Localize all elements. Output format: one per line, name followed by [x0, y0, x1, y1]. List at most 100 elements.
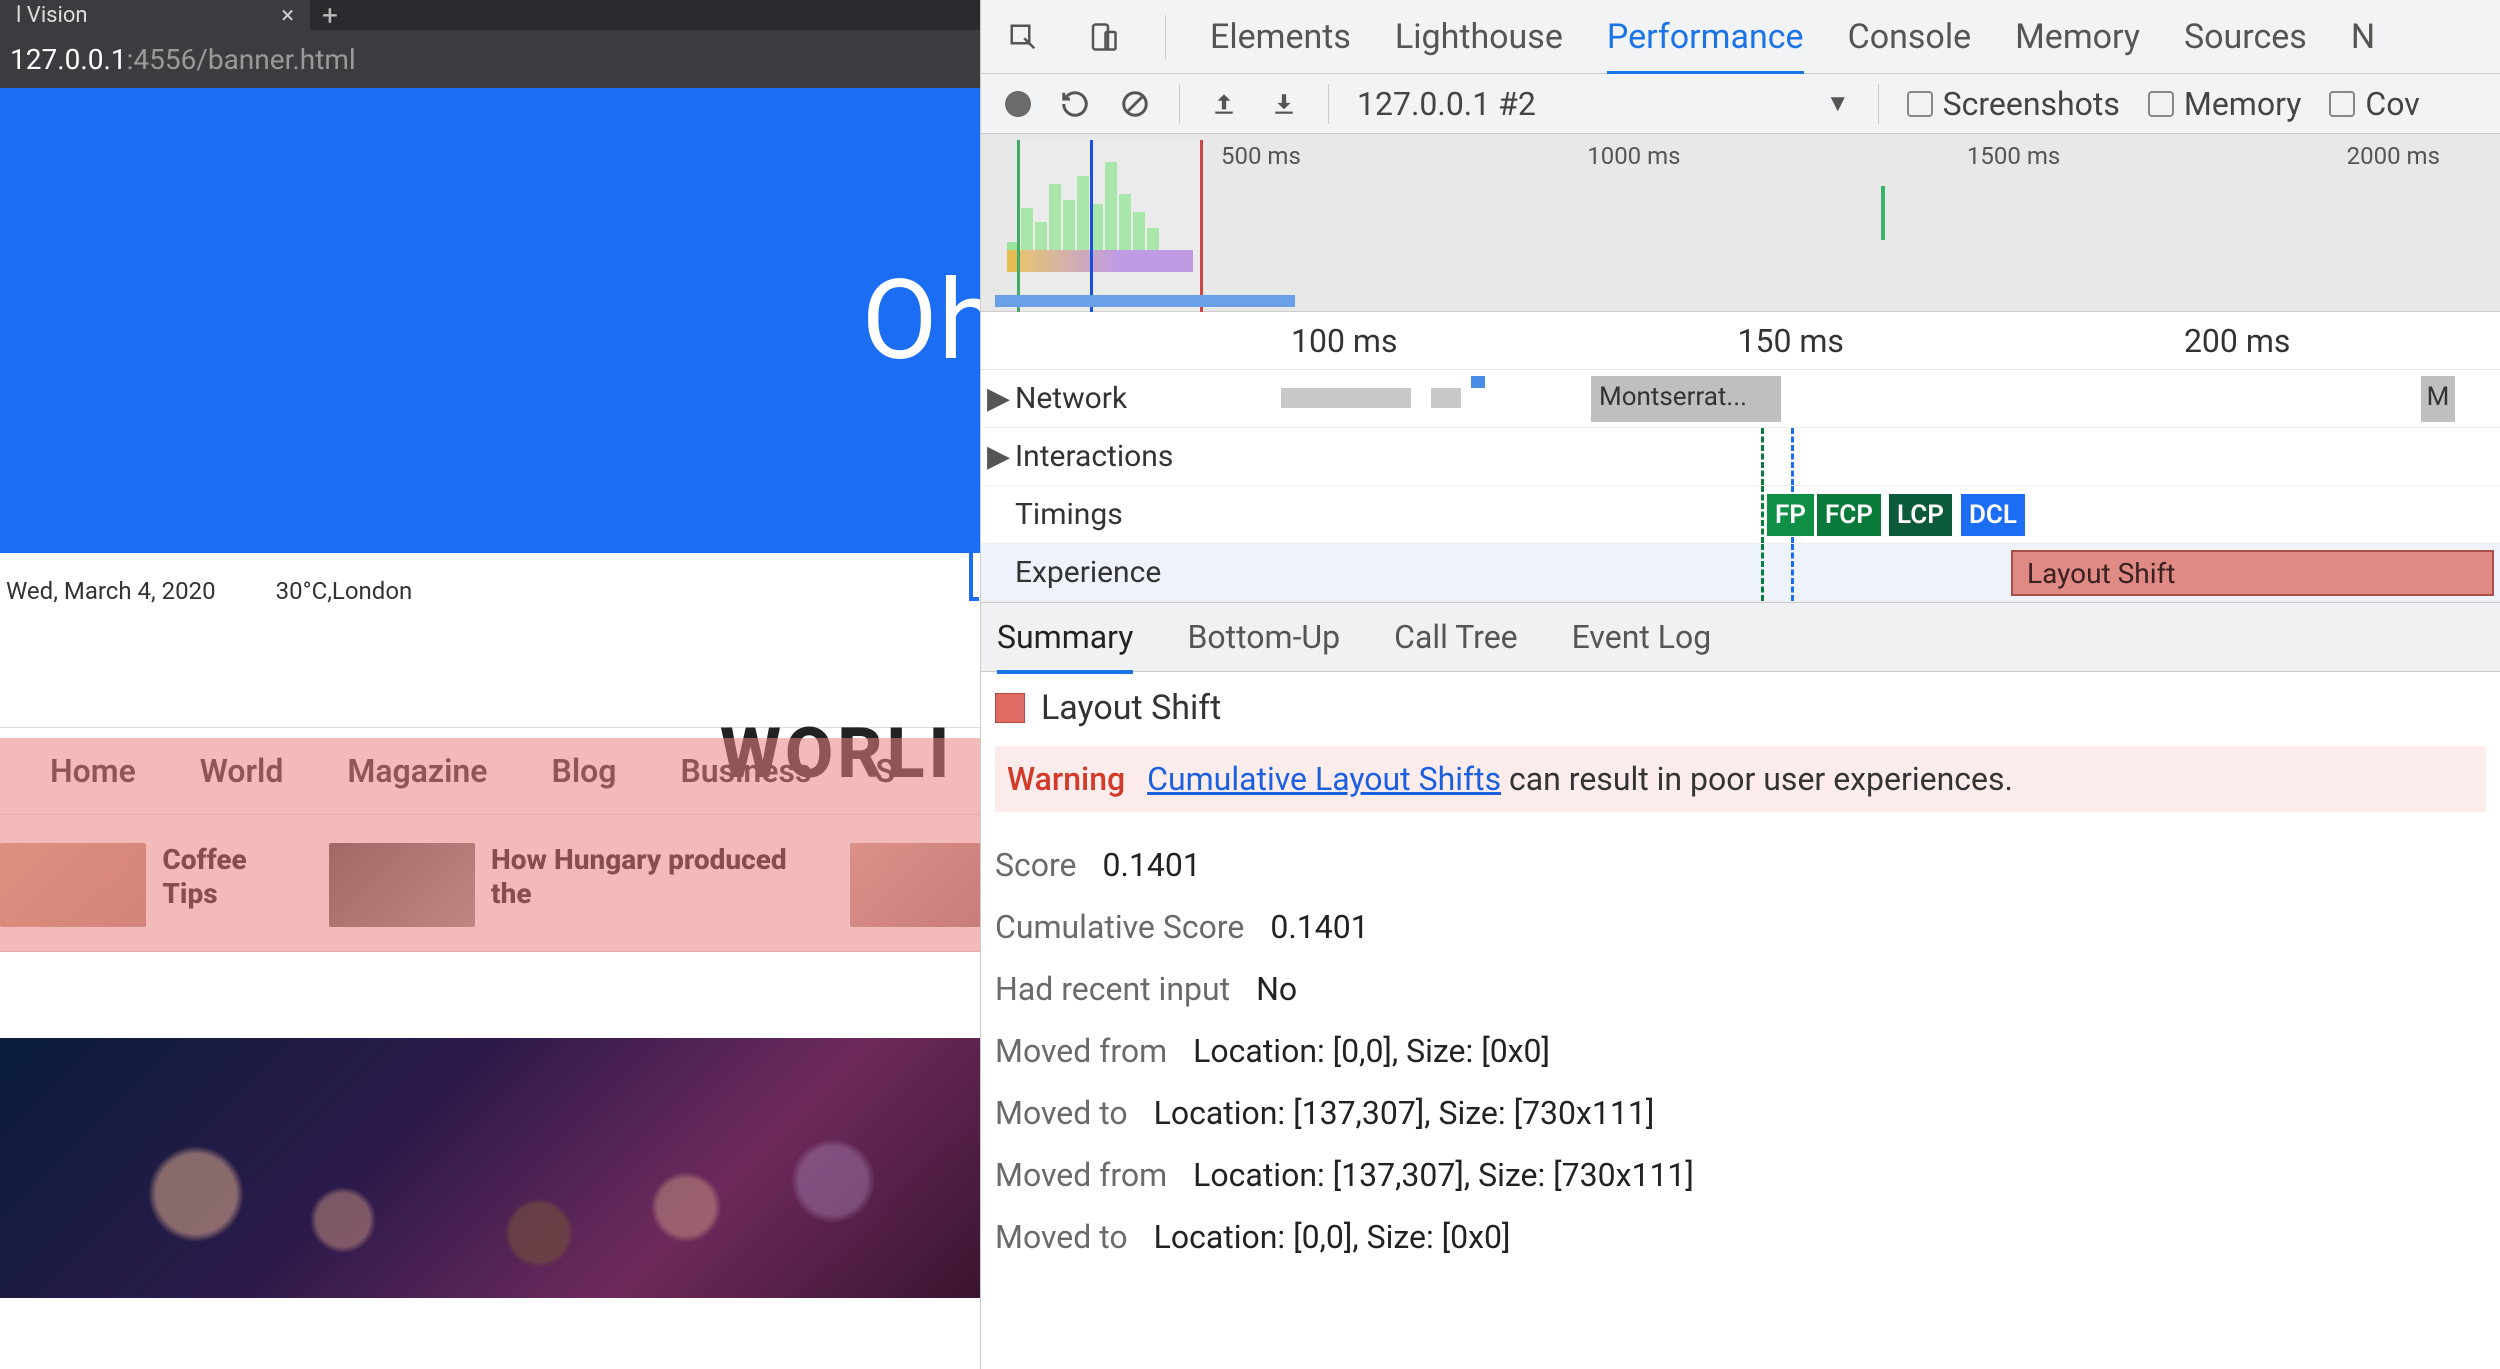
warning-label: Warning — [1007, 760, 1125, 798]
flame-header: 100 ms 150 ms 200 ms — [981, 312, 2500, 370]
row-timings[interactable]: Timings FP FCP LCP DCL — [981, 486, 2500, 544]
divider — [0, 951, 980, 952]
card[interactable]: How Hungary produced the — [329, 843, 826, 927]
profile-select[interactable]: 127.0.0.1 #2 ▼ — [1357, 85, 1850, 123]
tab-strip: l Vision × + — [0, 0, 980, 30]
page-date: Wed, March 4, 2020 — [6, 577, 216, 605]
event-swatch — [995, 693, 1025, 723]
card-thumb — [850, 843, 980, 927]
tab-sources[interactable]: Sources — [2184, 17, 2307, 57]
timing-fcp[interactable]: FCP — [1817, 494, 1881, 536]
timing-lcp[interactable]: LCP — [1889, 494, 1952, 536]
kv-row: Cumulative Score0.1401 — [995, 896, 2486, 958]
tab-lighthouse[interactable]: Lighthouse — [1395, 17, 1563, 57]
nav-item[interactable]: World — [200, 752, 284, 790]
clear-icon[interactable] — [1119, 88, 1151, 120]
nav-item[interactable]: Magazine — [347, 752, 487, 790]
dtab-calltree[interactable]: Call Tree — [1394, 618, 1518, 656]
tab-console[interactable]: Console — [1848, 17, 1972, 57]
page-weather: 30°C,London — [276, 577, 413, 605]
network-bar[interactable] — [1431, 388, 1461, 408]
nav-item[interactable]: Home — [50, 752, 136, 790]
row-experience[interactable]: Experience Layout Shift — [981, 544, 2500, 602]
tab-memory[interactable]: Memory — [2015, 17, 2140, 57]
row-interactions[interactable]: ▶ Interactions — [981, 428, 2500, 486]
selection-caret — [969, 544, 979, 601]
profile-name: 127.0.0.1 #2 — [1357, 85, 1536, 123]
address-bar[interactable]: 127.0.0.1:4556/banner.html — [0, 30, 980, 88]
card-title: How Hungary produced the — [491, 843, 826, 910]
browser-window: l Vision × + 127.0.0.1:4556/banner.html … — [0, 0, 980, 1369]
overview-marker — [1881, 186, 1885, 240]
kv-row: Score0.1401 — [995, 834, 2486, 896]
nav-item[interactable]: Blog — [552, 752, 617, 790]
overview-selection[interactable] — [1017, 140, 1203, 312]
memory-checkbox[interactable]: Memory — [2148, 85, 2301, 123]
separator — [1179, 84, 1180, 124]
cls-link[interactable]: Cumulative Layout Shifts — [1147, 760, 1501, 798]
new-tab-button[interactable]: + — [310, 0, 350, 32]
browser-tab[interactable]: l Vision × — [0, 0, 310, 30]
disclosure-icon[interactable]: ▶ — [987, 439, 1007, 474]
tab-elements[interactable]: Elements — [1210, 17, 1351, 57]
devtools-panel: Elements Lighthouse Performance Console … — [980, 0, 2500, 1369]
network-bar[interactable] — [1281, 388, 1411, 408]
upload-icon[interactable] — [1208, 88, 1240, 120]
network-block[interactable]: Montserrat... — [1591, 376, 1781, 422]
coverage-checkbox[interactable]: Cov — [2329, 85, 2419, 123]
kv-row: Moved toLocation: [0,0], Size: [0x0] — [995, 1206, 2486, 1268]
row-network[interactable]: ▶ Network Montserrat... M — [981, 370, 2500, 428]
warning-row: Warning Cumulative Layout Shifts can res… — [995, 746, 2486, 812]
card[interactable]: Coffee Tips — [0, 843, 305, 927]
kv-row: Moved fromLocation: [137,307], Size: [73… — [995, 1144, 2486, 1206]
tab-performance[interactable]: Performance — [1607, 17, 1804, 75]
performance-toolbar: 127.0.0.1 #2 ▼ Screenshots Memory Cov — [981, 74, 2500, 134]
device-icon[interactable] — [1085, 19, 1121, 55]
overview-strip — [995, 295, 1295, 307]
overview-ticks: 500 ms 1000 ms 1500 ms 2000 ms — [1221, 142, 2500, 170]
network-bar[interactable] — [1471, 376, 1485, 388]
separator — [1165, 15, 1166, 59]
tab-more[interactable]: N — [2351, 17, 2375, 57]
separator — [1328, 84, 1329, 124]
kv-row: Moved toLocation: [137,307], Size: [730x… — [995, 1082, 2486, 1144]
overview-timeline[interactable]: 500 ms 1000 ms 1500 ms 2000 ms — [981, 134, 2500, 312]
kv-row: Had recent inputNo — [995, 958, 2486, 1020]
feature-image — [0, 1038, 980, 1298]
url-path: :4556/banner.html — [127, 43, 356, 76]
dtab-summary[interactable]: Summary — [997, 618, 1133, 674]
hero-text: Oh — [862, 256, 980, 385]
hero-banner: Oh — [0, 88, 980, 553]
experience-layout-shift[interactable]: Layout Shift — [2011, 550, 2494, 596]
reload-icon[interactable] — [1059, 88, 1091, 120]
event-name: Layout Shift — [1041, 688, 1221, 728]
flame-rows: ▶ Network Montserrat... M ▶ Interactions — [981, 370, 2500, 602]
overview-mini — [995, 138, 1205, 308]
dtab-bottomup[interactable]: Bottom-Up — [1187, 618, 1340, 656]
inspect-icon[interactable] — [1005, 19, 1041, 55]
event-title: Layout Shift — [995, 688, 2486, 728]
card-title: Coffee Tips — [162, 843, 304, 910]
kv-row: Moved fromLocation: [0,0], Size: [0x0] — [995, 1020, 2486, 1082]
chevron-down-icon: ▼ — [1826, 89, 1850, 118]
card-thumb — [0, 843, 146, 927]
screenshots-checkbox[interactable]: Screenshots — [1907, 85, 2120, 123]
devtools-tabbar: Elements Lighthouse Performance Console … — [981, 0, 2500, 74]
timing-dcl[interactable]: DCL — [1961, 494, 2025, 536]
timing-fp[interactable]: FP — [1767, 494, 1814, 536]
detail-tabbar: Summary Bottom-Up Call Tree Event Log — [981, 602, 2500, 672]
tab-title: l Vision — [16, 3, 88, 28]
dtab-eventlog[interactable]: Event Log — [1572, 618, 1712, 656]
detail-body: Layout Shift Warning Cumulative Layout S… — [981, 672, 2500, 1268]
close-icon[interactable]: × — [281, 1, 294, 29]
download-icon[interactable] — [1268, 88, 1300, 120]
record-button[interactable] — [1005, 91, 1031, 117]
card-thumb — [329, 843, 475, 927]
disclosure-icon[interactable]: ▶ — [987, 381, 1007, 416]
network-block[interactable]: M — [2421, 376, 2455, 422]
card[interactable] — [850, 843, 980, 927]
warning-rest: can result in poor user experiences. — [1501, 760, 2013, 798]
url-host: 127.0.0.1 — [10, 43, 127, 76]
separator — [1878, 84, 1879, 124]
cards-row: Coffee Tips How Hungary produced the — [0, 815, 980, 951]
